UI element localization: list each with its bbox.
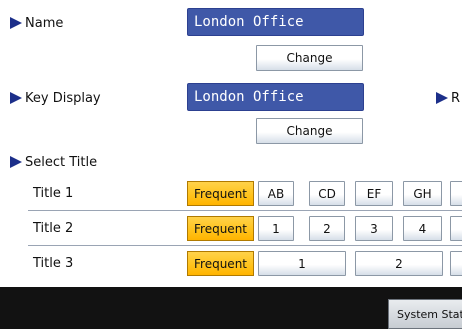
right-label-fragment: R [436, 89, 460, 107]
title-1-label: Title 1 [33, 186, 74, 201]
key-ab-button[interactable]: AB [258, 181, 294, 206]
arrow-right-icon [10, 156, 22, 168]
key-next-partial-button[interactable] [450, 216, 462, 241]
key-next-partial-button[interactable] [450, 181, 462, 206]
key-gh-button[interactable]: GH [403, 181, 442, 206]
arrow-right-icon [436, 92, 448, 104]
key-4-button[interactable]: 4 [403, 216, 442, 241]
system-status-button[interactable]: System Statu [388, 299, 462, 329]
frequent-button-title-2[interactable]: Frequent [187, 216, 254, 241]
key-ef-button[interactable]: EF [355, 181, 393, 206]
row-divider [28, 245, 462, 246]
name-display: London Office [187, 8, 364, 36]
arrow-right-icon [10, 17, 22, 29]
key-3-button[interactable]: 3 [355, 216, 393, 241]
key-cd-button[interactable]: CD [309, 181, 345, 206]
key-display-change-button[interactable]: Change [256, 118, 363, 144]
frequent-button-title-3[interactable]: Frequent [187, 251, 254, 276]
title-2-label: Title 2 [33, 221, 74, 236]
key-2-button[interactable]: 2 [355, 251, 443, 276]
key-1-button[interactable]: 1 [258, 216, 294, 241]
key-next-partial-button[interactable] [450, 251, 462, 276]
frequent-button-title-1[interactable]: Frequent [187, 181, 254, 206]
select-title-label: Select Title [10, 153, 97, 171]
key-display-label: Key Display [10, 89, 101, 107]
key-2-button[interactable]: 2 [309, 216, 345, 241]
key-1-button[interactable]: 1 [258, 251, 346, 276]
title-3-label: Title 3 [33, 256, 74, 271]
arrow-right-icon [10, 92, 22, 104]
key-display-field: London Office [187, 83, 364, 111]
row-divider [28, 210, 462, 211]
name-change-button[interactable]: Change [256, 45, 363, 71]
name-label: Name [10, 14, 63, 32]
